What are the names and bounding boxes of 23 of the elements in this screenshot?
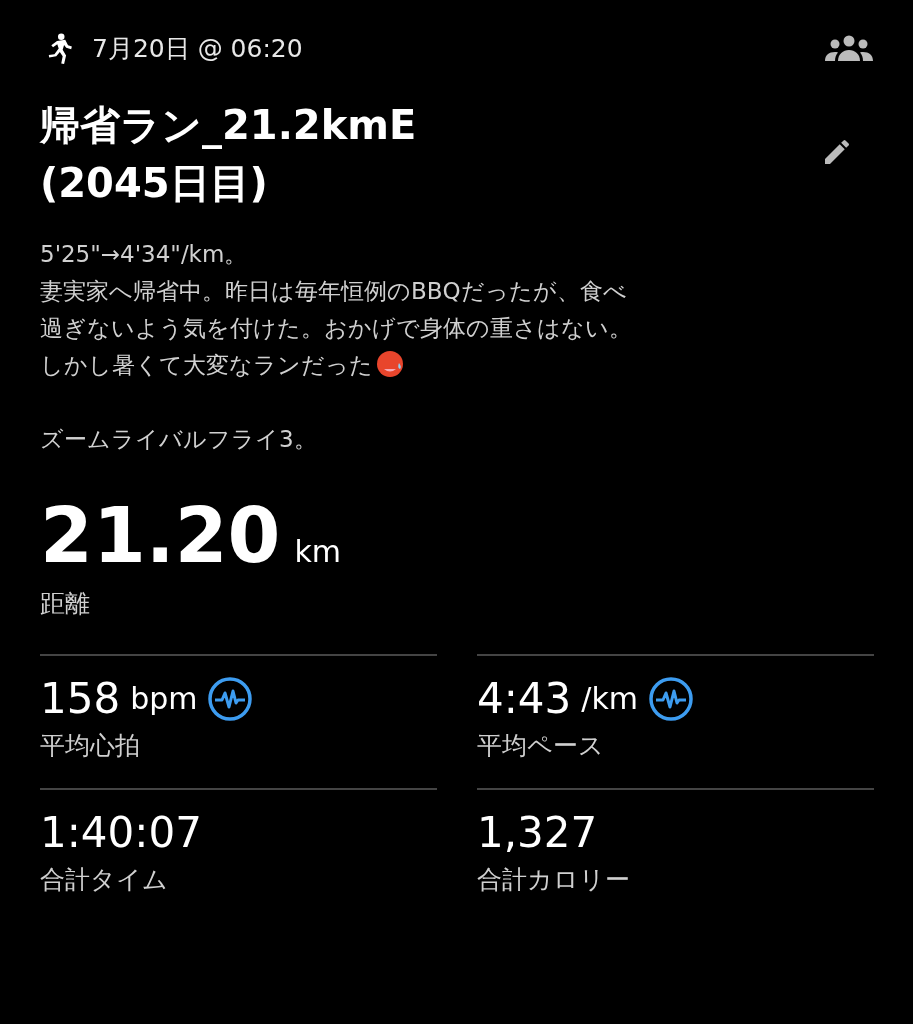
activity-icon[interactable] — [207, 675, 254, 722]
stat-unit: bpm — [130, 681, 198, 716]
stat-label: 合計カロリー — [477, 864, 631, 896]
stat-label: 合計タイム — [40, 864, 169, 896]
stat-label: 平均心拍 — [40, 730, 141, 762]
description-line: 妻実家へ帰省中。昨日は毎年恒例のBBQだったが、食べ — [40, 277, 627, 306]
stat-value: 1,327 — [477, 808, 598, 857]
activity-title: 帰省ラン_21.2kmE (2045日目) — [40, 101, 417, 208]
stat-value: 1:40:07 — [40, 808, 202, 857]
activity-date: 7月20日 @ 06:20 — [92, 32, 304, 65]
activity-icon[interactable] — [648, 675, 695, 722]
stat-unit: /km — [581, 681, 639, 716]
distance-label: 距離 — [40, 588, 91, 620]
group-icon[interactable] — [825, 35, 873, 61]
distance-unit: km — [294, 534, 341, 569]
description-line: 5'25"→4'34"/km。 — [40, 240, 248, 269]
stat-value: 4:43 — [477, 674, 572, 723]
stat-value: 158 — [40, 674, 121, 723]
distance-value: 21.20 — [40, 491, 281, 581]
description-line: ズームライバルフライ3。 — [40, 425, 317, 454]
description-line: 過ぎないよう気を付けた。おかげで身体の重さはない。 — [40, 314, 632, 343]
description-line: しかし暑くて大変なランだった — [40, 347, 405, 384]
stat-label: 平均ペース — [477, 730, 605, 762]
